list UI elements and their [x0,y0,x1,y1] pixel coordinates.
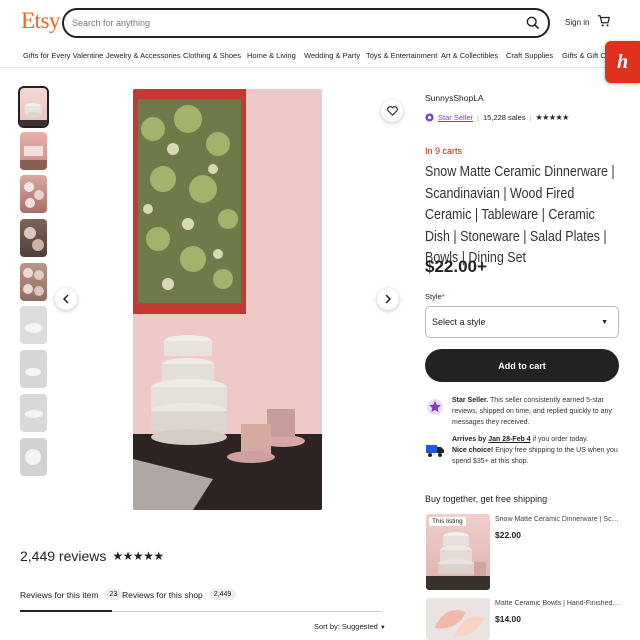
bundle-item-price: $22.00 [495,530,521,540]
category-link[interactable]: Clothing & Shoes [183,48,241,60]
star-seller-link[interactable]: Star Seller [438,113,473,122]
shop-rating-stars[interactable]: ★★★★★ [535,113,569,122]
reviews-summary: 2,449 reviews ★★★★★ [20,548,164,564]
sign-in-link[interactable]: Sign in [565,18,589,27]
category-link[interactable]: Gifts for Every Valentine [23,48,103,60]
style-select[interactable]: Select a style ▼ [425,306,619,338]
thumbnail-2[interactable] [20,131,47,170]
count-badge: 2,449 [208,589,237,600]
listing-price: $22.00+ [425,257,487,276]
bundle-item-name[interactable]: Matte Ceramic Bowls | Hand-Finished Cera… [495,600,620,607]
favorite-button[interactable] [381,100,403,122]
star-seller-badge-icon [425,113,434,122]
search-placeholder[interactable]: Search for anything [72,18,150,28]
in-carts-notice: In 9 carts [425,146,463,156]
bundle-item[interactable]: Matte Ceramic Bowls | Hand-Finished Cera… [425,598,625,640]
caret-down-icon: ▼ [601,318,608,326]
thumbnail-list [18,86,49,481]
this-listing-badge: This listing [429,517,466,526]
shop-name-link[interactable]: SunnysShopLA [425,93,484,103]
thumbnail-3[interactable] [20,175,47,214]
tab-reviews-shop[interactable]: Reviews for this shop 2,449 [122,589,237,600]
thumbnail-4[interactable] [20,219,47,258]
search-bar[interactable]: Search for anything [62,8,550,38]
thumbnail-7[interactable] [20,350,47,389]
divider: | [529,113,532,122]
category-link[interactable]: Jewelry & Accessories [106,48,181,60]
bundle-item-price: $14.00 [495,614,521,624]
category-link[interactable]: Home & Living [247,48,296,60]
truck-icon [426,445,444,457]
cart-icon[interactable] [597,13,611,29]
caret-down-icon: ▼ [379,625,386,631]
tab-reviews-item[interactable]: Reviews for this item 23 [20,589,123,600]
bundle-item[interactable]: This listing Snow Matte Ceramic Dinnerwa… [425,514,625,592]
bundle-title: Buy together, get free shipping [425,494,548,504]
reviews-count: 2,449 reviews [20,548,107,564]
chevron-right-icon [385,294,392,304]
thumbnail-8[interactable] [20,393,47,432]
bundle-item-name[interactable]: Snow Matte Ceramic Dinnerware | Scandina… [495,516,620,523]
reviews-stars: ★★★★★ [112,549,164,563]
thumbnail-9[interactable] [20,437,47,476]
bundle-item-image[interactable] [426,598,490,640]
thumbnail-5[interactable] [20,262,47,301]
heart-icon [386,106,398,116]
count-badge: 23 [104,589,123,600]
star-seller-info: Star Seller. This seller consistently ea… [425,395,620,428]
category-link[interactable]: Craft Supplies [506,48,553,60]
sort-dropdown[interactable]: Sort by: Suggested ▼ [314,622,386,631]
reviews-tabs: Reviews for this item 23 Reviews for this… [20,585,382,612]
add-to-cart-button[interactable]: Add to cart [425,349,619,382]
category-link[interactable]: Wedding & Party [304,48,360,60]
main-product-image[interactable] [133,89,322,510]
next-image-button[interactable] [377,288,399,310]
star-seller-icon [427,399,443,415]
etsy-logo[interactable]: Etsy [21,8,60,34]
prev-image-button[interactable] [55,288,77,310]
chevron-left-icon [62,294,69,304]
style-label: Style* [425,292,445,301]
divider: | [477,113,479,122]
bundle-item-image[interactable]: This listing [426,514,490,590]
seller-info-row: Star Seller | 15,228 sales | ★★★★★ [425,113,569,122]
thumbnail-6[interactable] [20,306,47,345]
style-select-value: Select a style [432,317,486,327]
active-tab-indicator [20,610,112,612]
honey-extension-button[interactable]: h [605,41,640,83]
sales-count: 15,228 sales [482,113,526,122]
delivery-info: Arrives by Jan 28-Feb 4 if you order tod… [425,434,620,467]
category-link[interactable]: Art & Collectibles [441,48,498,60]
category-nav: Gifts for Every Valentine Jewelry & Acce… [0,48,640,68]
thumbnail-1[interactable] [18,86,49,128]
category-link[interactable]: Toys & Entertainment [366,48,437,60]
search-icon[interactable] [526,16,540,30]
listing-title: Snow Matte Ceramic Dinnerware | Scandina… [425,164,615,266]
